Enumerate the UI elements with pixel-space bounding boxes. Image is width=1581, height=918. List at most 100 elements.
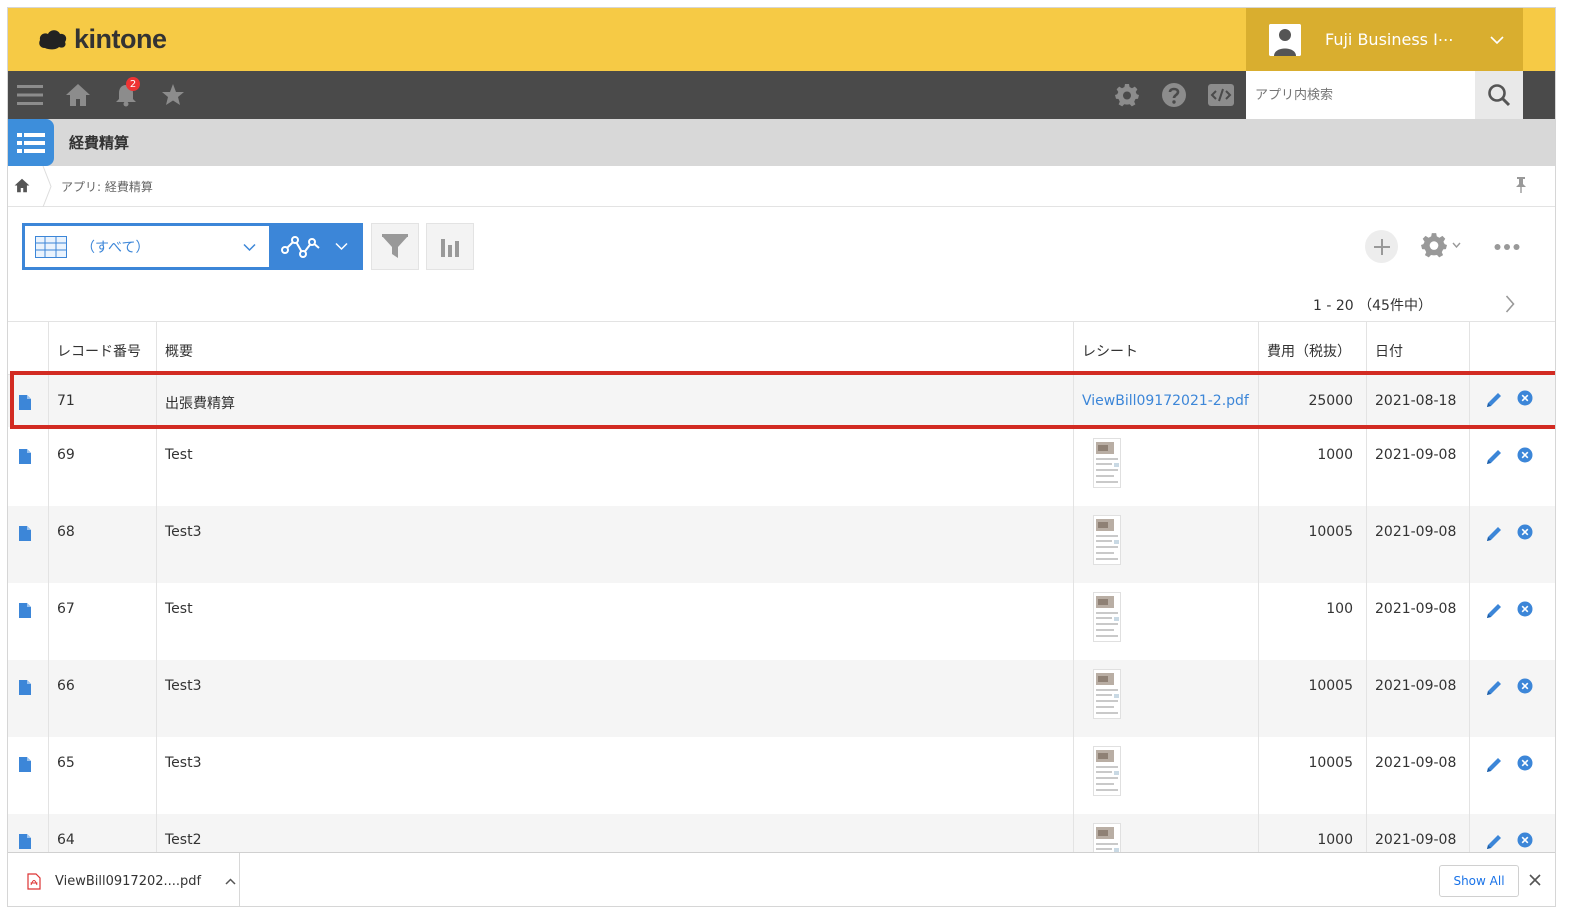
- cell-date: 2021-09-08: [1366, 660, 1469, 737]
- pin-icon: [1516, 177, 1526, 193]
- graph-selector[interactable]: [272, 223, 363, 270]
- cell-cost: 25000: [1258, 375, 1366, 427]
- document-icon: [19, 834, 31, 849]
- close-circle-icon: [1517, 390, 1533, 406]
- table-row[interactable]: 66 Test3 10005 2021-09-08: [8, 660, 1555, 737]
- cell-cost: 1000: [1258, 429, 1366, 506]
- delete-record-button[interactable]: [1517, 755, 1533, 775]
- cell-summary: Test: [156, 429, 1073, 506]
- search-button[interactable]: [1475, 71, 1523, 119]
- cell-cost: 10005: [1258, 506, 1366, 583]
- table-row[interactable]: 69 Test 1000 2021-09-08: [8, 429, 1555, 506]
- edit-record-button[interactable]: [1486, 391, 1503, 412]
- pencil-edit-icon: [1487, 450, 1501, 464]
- cell-receipt: [1073, 583, 1258, 660]
- column-header-receipt[interactable]: レシート: [1073, 322, 1258, 376]
- edit-record-button[interactable]: [1486, 756, 1503, 777]
- search-icon: [1488, 84, 1511, 107]
- notification-badge: 2: [126, 77, 140, 91]
- delete-record-button[interactable]: [1517, 678, 1533, 698]
- notifications-button[interactable]: 2: [112, 71, 140, 119]
- edit-record-button[interactable]: [1486, 525, 1503, 546]
- receipt-thumbnail[interactable]: [1093, 669, 1121, 719]
- cell-cost: 10005: [1258, 660, 1366, 737]
- cell-cost: 10005: [1258, 737, 1366, 814]
- cell-actions: [1469, 583, 1555, 660]
- record-detail-button[interactable]: [19, 834, 31, 853]
- table-row[interactable]: 71 出張費精算 ViewBill09172021-2.pdf 25000 2021-0…: [8, 375, 1555, 427]
- record-detail-button[interactable]: [19, 603, 31, 622]
- more-options-button[interactable]: [1494, 236, 1520, 255]
- receipt-thumbnail[interactable]: [1093, 592, 1121, 642]
- close-circle-icon: [1517, 524, 1533, 540]
- filter-button[interactable]: [371, 223, 419, 270]
- delete-record-button[interactable]: [1517, 601, 1533, 621]
- add-record-button[interactable]: [1365, 230, 1398, 263]
- pin-button[interactable]: [1515, 176, 1527, 198]
- graph-button[interactable]: [426, 223, 474, 270]
- pdf-file-icon: [27, 872, 41, 890]
- cell-cost: 100: [1258, 583, 1366, 660]
- view-selector[interactable]: （すべて）: [22, 223, 272, 270]
- show-all-button[interactable]: Show All: [1439, 865, 1519, 897]
- receipt-file-link[interactable]: ViewBill09172021-2.pdf: [1082, 393, 1249, 409]
- column-header-date[interactable]: 日付: [1366, 322, 1469, 376]
- download-bar: ViewBill0917202....pdf Show All: [8, 852, 1555, 906]
- edit-record-button[interactable]: [1486, 833, 1503, 854]
- receipt-thumbnail[interactable]: [1093, 746, 1121, 796]
- document-icon: [19, 526, 31, 541]
- customize-button[interactable]: [1207, 71, 1235, 119]
- user-menu[interactable]: Fuji Business I⋯: [1246, 8, 1523, 71]
- breadcrumb-separator-icon: [42, 166, 52, 207]
- breadcrumb-app-link[interactable]: アプリ: 経費精算: [61, 178, 153, 195]
- table-view-icon: [35, 235, 67, 258]
- document-icon: [19, 603, 31, 618]
- user-avatar-icon: [1269, 23, 1301, 56]
- chevron-right-icon: [1505, 295, 1515, 313]
- delete-record-button[interactable]: [1517, 447, 1533, 467]
- help-button[interactable]: [1160, 71, 1188, 119]
- chevron-up-icon: [225, 877, 236, 885]
- document-icon: [19, 680, 31, 695]
- plus-icon: [1373, 238, 1390, 255]
- delete-record-button[interactable]: [1517, 832, 1533, 852]
- receipt-thumbnail[interactable]: [1093, 438, 1121, 488]
- column-header-cost[interactable]: 費用（税抜）: [1258, 322, 1366, 376]
- edit-record-button[interactable]: [1486, 448, 1503, 469]
- cell-record-number: 65: [48, 737, 156, 814]
- record-detail-button[interactable]: [19, 449, 31, 468]
- edit-record-button[interactable]: [1486, 679, 1503, 700]
- cell-actions: [1469, 506, 1555, 583]
- app-settings-button[interactable]: [1421, 232, 1461, 258]
- cell-receipt: [1073, 506, 1258, 583]
- kintone-logo[interactable]: kintone: [38, 22, 167, 56]
- home-button[interactable]: [64, 71, 92, 119]
- settings-button[interactable]: [1113, 71, 1141, 119]
- favorites-button[interactable]: [159, 71, 187, 119]
- close-download-bar-button[interactable]: [1529, 871, 1541, 890]
- record-detail-button[interactable]: [19, 680, 31, 699]
- table-row[interactable]: 68 Test3 10005 2021-09-08: [8, 506, 1555, 583]
- receipt-thumbnail[interactable]: [1093, 515, 1121, 565]
- more-dots-icon: [1494, 244, 1520, 250]
- column-header-record-number[interactable]: レコード番号: [48, 322, 156, 376]
- delete-record-button[interactable]: [1517, 524, 1533, 544]
- close-circle-icon: [1517, 832, 1533, 848]
- record-detail-button[interactable]: [19, 526, 31, 545]
- download-item[interactable]: ViewBill0917202....pdf: [8, 853, 240, 906]
- column-header-summary[interactable]: 概要: [156, 322, 1073, 376]
- breadcrumb: アプリ: 経費精算: [8, 166, 1555, 207]
- next-page-button[interactable]: [1505, 295, 1515, 317]
- menu-button[interactable]: [16, 71, 44, 119]
- table-row[interactable]: 65 Test3 10005 2021-09-08: [8, 737, 1555, 814]
- record-detail-button[interactable]: [19, 395, 31, 414]
- table-row[interactable]: 67 Test 100 2021-09-08: [8, 583, 1555, 660]
- help-question-icon: [1162, 83, 1186, 107]
- app-title: 経費精算: [69, 134, 130, 152]
- record-detail-button[interactable]: [19, 757, 31, 776]
- edit-record-button[interactable]: [1486, 602, 1503, 623]
- delete-record-button[interactable]: [1517, 390, 1533, 410]
- document-icon: [19, 395, 31, 410]
- breadcrumb-home-link[interactable]: [14, 178, 30, 197]
- app-search-input[interactable]: [1246, 71, 1475, 119]
